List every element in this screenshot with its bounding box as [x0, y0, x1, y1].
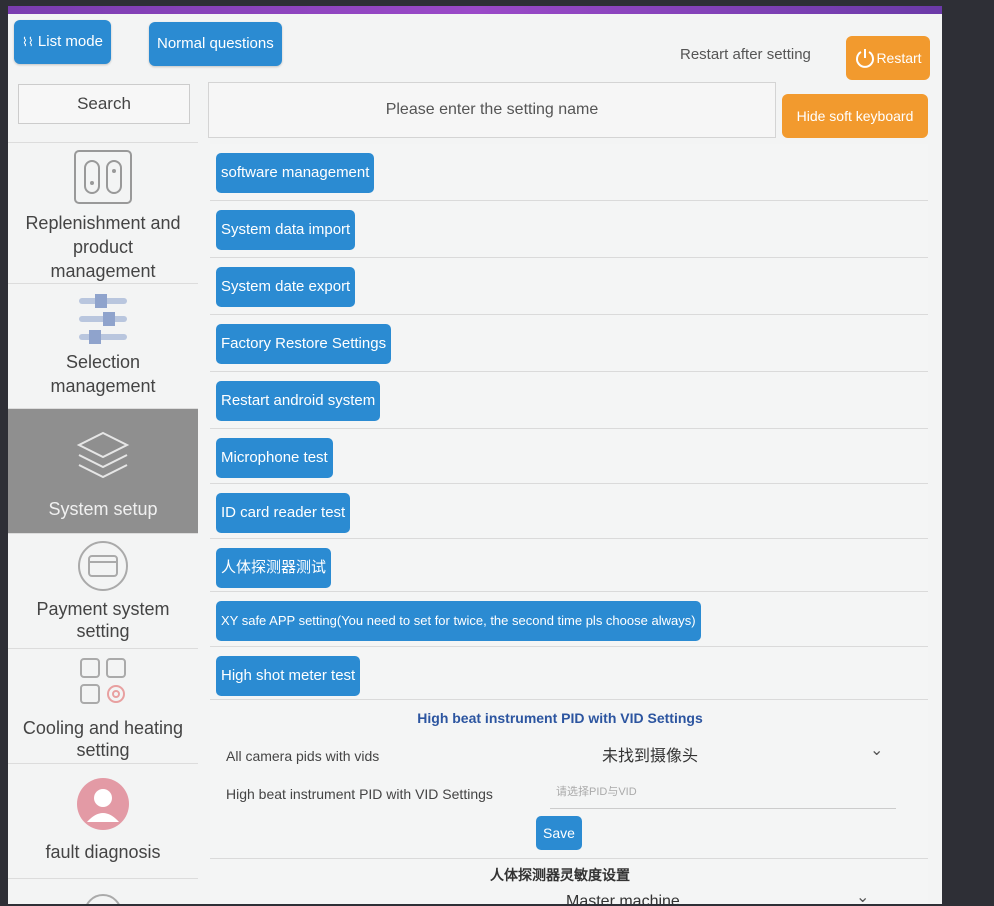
pid-vid-label: High beat instrument PID with VID Settin…: [226, 786, 493, 802]
sensitivity-title: 人体探测器灵敏度设置: [490, 867, 630, 883]
sensitivity-value: Master machine: [566, 893, 680, 904]
sidebar-item-system-setup[interactable]: System setup: [8, 408, 198, 533]
camera-pids-label: All camera pids with vids: [226, 748, 380, 764]
sidebar-item-fault-diagnosis[interactable]: fault diagnosis: [8, 763, 198, 878]
technician-icon: [77, 778, 129, 830]
restart-android-button[interactable]: Restart android system: [216, 381, 381, 421]
sidebar-item-replenishment[interactable]: Replenishment and product management: [8, 142, 198, 283]
sidebar-item-selection[interactable]: Selection management: [8, 283, 198, 408]
sidebar-item-more[interactable]: [8, 878, 198, 904]
hide-soft-keyboard-label: Hide soft keyboard: [796, 108, 914, 124]
pid-vid-section: High beat instrument PID with VID Settin…: [210, 700, 928, 859]
system-data-export-button[interactable]: System date export: [216, 267, 356, 307]
partial-icon: [86, 894, 120, 904]
normal-questions-button[interactable]: Normal questions: [149, 22, 282, 66]
list-item: High shot meter test: [210, 647, 928, 700]
settings-list: software management System data import S…: [210, 144, 930, 904]
list-item: Microphone test: [210, 429, 928, 484]
system-data-import-button[interactable]: System data import: [216, 210, 356, 250]
sidebar-item-label: fault diagnosis: [45, 842, 161, 862]
sidebar-item-label: Replenishment and product management: [25, 213, 181, 281]
sidebar-item-label: Selection management: [50, 352, 156, 396]
xy-safe-app-setting-button[interactable]: XY safe APP setting(You need to set for …: [216, 601, 701, 641]
sidebar-item-payment[interactable]: Payment system setting: [8, 533, 198, 648]
list-item: System date export: [210, 258, 928, 315]
save-button[interactable]: Save: [536, 816, 582, 850]
vending-machine-icon: [74, 150, 132, 204]
list-mode-button[interactable]: ⌇⌇ List mode: [14, 20, 111, 64]
sidebar: Replenishment and product management Sel…: [8, 142, 198, 904]
chevron-down-icon: ⌄: [856, 889, 870, 904]
list-item: Factory Restore Settings: [210, 315, 928, 372]
microphone-test-button[interactable]: Microphone test: [216, 438, 333, 478]
normal-questions-label: Normal questions: [157, 35, 274, 52]
software-management-button[interactable]: software management: [216, 153, 375, 193]
list-item: XY safe APP setting(You need to set for …: [210, 592, 928, 647]
sidebar-item-label: System setup: [48, 499, 158, 519]
top-strip: [8, 6, 942, 14]
pid-vid-input[interactable]: 请选择PID与VID: [550, 776, 896, 809]
list-item: software management: [210, 144, 928, 201]
chevron-down-icon: ⌄: [870, 742, 884, 759]
app-screen: ⌇⌇ List mode Normal questions Restart af…: [8, 6, 942, 904]
id-card-reader-test-button[interactable]: ID card reader test: [216, 493, 351, 533]
list-item: 人体探测器测试: [210, 539, 928, 592]
sidebar-item-label: Payment system setting: [36, 599, 170, 641]
sensitivity-select[interactable]: Master machine ⌄: [540, 885, 900, 904]
restart-hint: Restart after setting: [680, 46, 811, 63]
human-body-detector-test-button[interactable]: 人体探测器测试: [216, 548, 332, 588]
list-item: Restart android system: [210, 372, 928, 429]
restart-label: Restart: [876, 50, 922, 66]
power-icon: [856, 49, 875, 68]
camera-pids-value: 未找到摄像头: [602, 748, 699, 765]
layers-icon: [76, 431, 130, 479]
hide-soft-keyboard-button[interactable]: Hide soft keyboard: [782, 94, 928, 138]
sidebar-item-cooling-heating[interactable]: Cooling and heating setting: [8, 648, 198, 763]
camera-pids-select[interactable]: 未找到摄像头 ⌄: [540, 734, 900, 774]
factory-restore-button[interactable]: Factory Restore Settings: [216, 324, 392, 364]
list-item: ID card reader test: [210, 484, 928, 539]
grid-gear-icon: [80, 658, 126, 704]
pid-vid-title: High beat instrument PID with VID Settin…: [417, 710, 703, 726]
sidebar-item-label: Cooling and heating setting: [22, 718, 184, 760]
search-label: Search: [18, 84, 190, 124]
list-mode-label: List mode: [37, 33, 103, 50]
sensitivity-section: 人体探测器灵敏度设置 Master machine ⌄: [210, 859, 928, 904]
sliders-icon: [79, 294, 127, 344]
credit-card-icon: [78, 541, 128, 591]
search-input[interactable]: Please enter the setting name: [208, 82, 776, 138]
high-shot-meter-test-button[interactable]: High shot meter test: [216, 656, 361, 696]
list-mode-icon: ⌇⌇: [22, 35, 34, 49]
list-item: System data import: [210, 201, 928, 258]
restart-button[interactable]: Restart: [846, 36, 930, 80]
